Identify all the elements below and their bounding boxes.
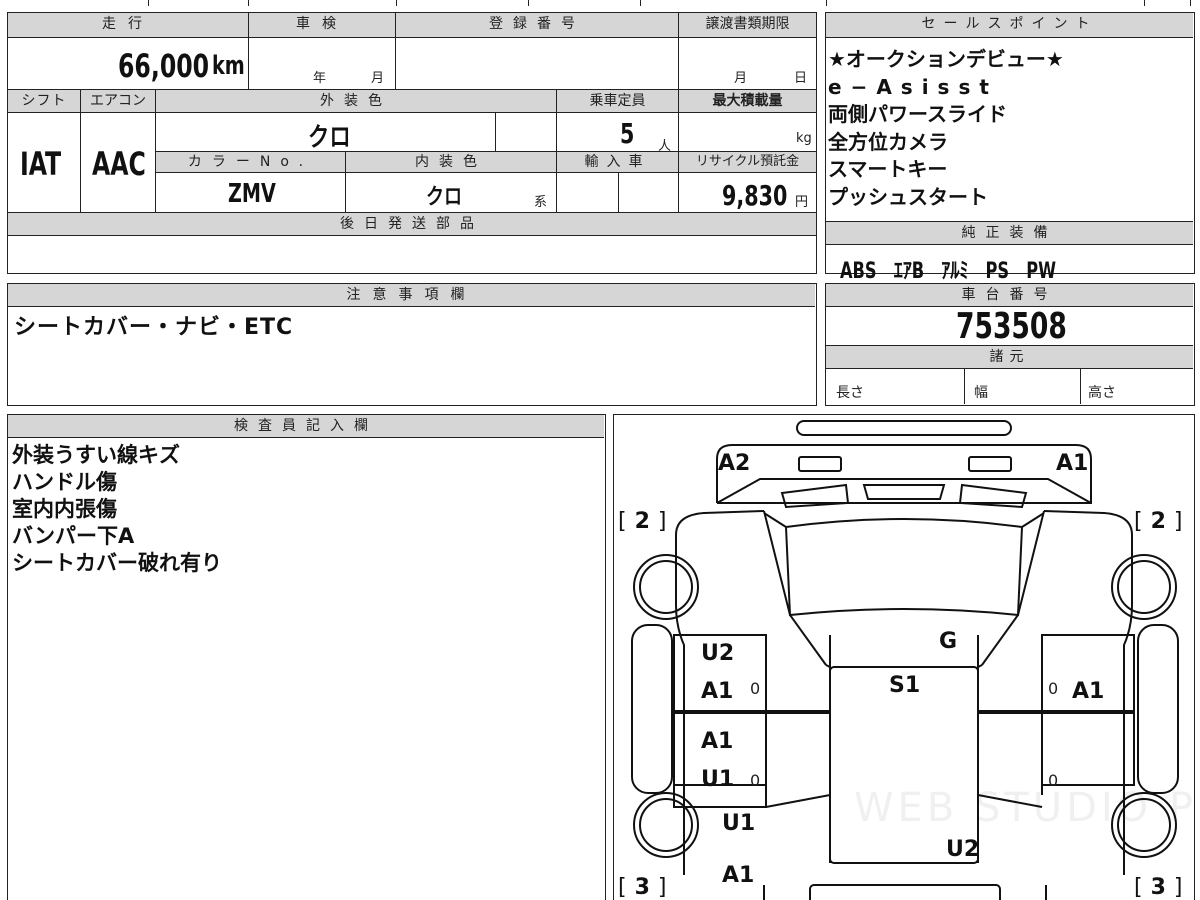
- mark-left-rear-door-2: U1: [701, 767, 735, 792]
- length-label: 長さ: [836, 385, 864, 401]
- shaken-month-unit: 月: [371, 71, 385, 86]
- sales-point-item: e−Asisst: [828, 74, 998, 99]
- vehicle-info-box: 走行 車検 登録番号 譲渡書類期限 66,000 km 年 月 月 日 シフト …: [7, 12, 817, 274]
- mark-left-rear-fender: U1: [722, 811, 756, 836]
- mark-left-rear-door-1: A1: [701, 729, 734, 754]
- equipment-item: ｴｱB: [893, 259, 925, 284]
- genuine-equipment-list: ABS ｴｱB ｱﾙﾐ PS PW: [840, 253, 1056, 285]
- chassis-box: 車台番号 753508 諸元 長さ 幅 高さ: [825, 283, 1195, 406]
- import-header: 輸入車: [557, 152, 678, 172]
- mark-left-front-door-1: U2: [701, 641, 735, 666]
- equipment-item: PW: [1026, 259, 1057, 284]
- notes-text: シートカバー・ナビ・ETC: [14, 315, 294, 340]
- inspector-line: ハンドル傷: [12, 470, 117, 494]
- inspector-line: シートカバー破れ有り: [12, 551, 222, 575]
- sales-point-item: ★オークションデビュー★: [828, 47, 1064, 71]
- notes-box: 注意事項欄 シートカバー・ナビ・ETC: [7, 283, 817, 406]
- tire-fl-bracket: [2]: [618, 509, 669, 534]
- mileage-value: 66,000: [118, 47, 210, 85]
- inspector-line: 室内内張傷: [12, 497, 117, 521]
- inspector-header: 検査員記入欄: [8, 415, 604, 437]
- notes-header: 注意事項欄: [8, 284, 815, 306]
- sales-point-item: プッシュスタート: [828, 184, 988, 209]
- color-no-value: ZMV: [228, 179, 276, 209]
- inspector-notes: 外装うすい線キズ ハンドル傷 室内内張傷 バンパー下A シートカバー破れ有り: [12, 442, 222, 577]
- tire-rr-bracket: [3]: [1134, 875, 1185, 900]
- inspector-box: 検査員記入欄 外装うすい線キズ ハンドル傷 室内内張傷 バンパー下A シートカバ…: [7, 414, 606, 900]
- max-load-header: 最大積載量: [679, 90, 816, 112]
- mark-left-front-door-2: A1: [701, 679, 734, 704]
- shift-header: シフト: [8, 90, 80, 112]
- equipment-item: ｱﾙﾐ: [941, 259, 969, 284]
- tire-rl-mark: 3: [634, 875, 652, 900]
- equipment-item: PS: [985, 259, 1010, 284]
- exterior-color-value: クロ: [308, 123, 351, 153]
- tire-rl-bracket: [3]: [618, 875, 669, 900]
- inspector-line: 外装うすい線キズ: [12, 443, 180, 467]
- deadline-day-unit: 日: [794, 71, 808, 86]
- mark-glass: G: [939, 629, 958, 654]
- equipment-item: ABS: [840, 259, 877, 284]
- exterior-color-header: 外装色: [156, 90, 556, 112]
- specs-header: 諸元: [826, 346, 1193, 368]
- height-label: 高さ: [1088, 385, 1116, 401]
- mark-rear-left: A1: [722, 863, 755, 888]
- watermark: WEB STUDIO Pro: [854, 785, 1195, 831]
- recycle-header: リサイクル預託金: [679, 152, 816, 172]
- later-parts-header: 後日発送部品: [8, 213, 816, 235]
- tire-fr-mark: 2: [1150, 509, 1168, 534]
- shaken-header: 車検: [249, 13, 395, 37]
- damage-diagram: A2 A1 [2] [2] [3] [3] U2 A1 A1 U1 U1 A1 …: [613, 414, 1195, 900]
- sales-points-header: セールスポイント: [826, 13, 1193, 37]
- tire-rr-mark: 3: [1150, 875, 1168, 900]
- recycle-unit: 円: [795, 195, 809, 210]
- mark-front-right: A1: [1056, 451, 1089, 476]
- inspector-line: バンパー下A: [12, 524, 135, 548]
- tire-fl-mark: 2: [634, 509, 652, 534]
- sales-point-item: 両側パワースライド: [828, 102, 1007, 126]
- sales-points-list: ★オークションデビュー★ e−Asisst 両側パワースライド 全方位カメラ ス…: [828, 46, 1064, 211]
- capacity-header: 乗車定員: [557, 90, 678, 112]
- mileage-unit: km: [212, 51, 245, 81]
- zero-mark: 0: [750, 771, 761, 790]
- deadline-header: 譲渡書類期限: [679, 13, 816, 37]
- sales-point-item: スマートキー: [828, 157, 948, 181]
- mark-front-left: A2: [718, 451, 751, 476]
- interior-color-value: クロ: [426, 185, 463, 210]
- recycle-value: 9,830: [722, 179, 788, 212]
- tire-fr-bracket: [2]: [1134, 509, 1185, 534]
- sales-points-box: セールスポイント ★オークションデビュー★ e−Asisst 両側パワースライド…: [825, 12, 1195, 284]
- chassis-number: 753508: [956, 306, 1067, 347]
- mark-rear-right: U2: [946, 837, 980, 862]
- mark-roof: S1: [889, 673, 921, 698]
- interior-color-suffix: 系: [534, 195, 548, 210]
- max-load-unit: kg: [796, 131, 812, 146]
- genuine-equipment-header: 純正装備: [826, 222, 1193, 244]
- color-no-header: カラーNo.: [156, 152, 345, 172]
- width-label: 幅: [974, 385, 988, 401]
- shaken-year-unit: 年: [313, 71, 327, 86]
- sales-point-item: 全方位カメラ: [828, 129, 948, 154]
- aircon-value: AAC: [92, 145, 146, 183]
- zero-mark: 0: [1048, 679, 1059, 698]
- mark-right-front-door: A1: [1072, 679, 1105, 704]
- mileage-header: 走行: [8, 13, 248, 37]
- zero-mark: 0: [750, 679, 761, 698]
- capacity-value: 5: [620, 117, 635, 150]
- shift-value: IAT: [20, 145, 62, 183]
- deadline-month-unit: 月: [734, 71, 748, 86]
- top-strip: [8, 0, 1192, 6]
- aircon-header: エアコン: [81, 90, 155, 112]
- reg-number-header: 登録番号: [396, 13, 678, 37]
- interior-color-header: 内装色: [346, 152, 556, 172]
- chassis-header: 車台番号: [826, 284, 1193, 306]
